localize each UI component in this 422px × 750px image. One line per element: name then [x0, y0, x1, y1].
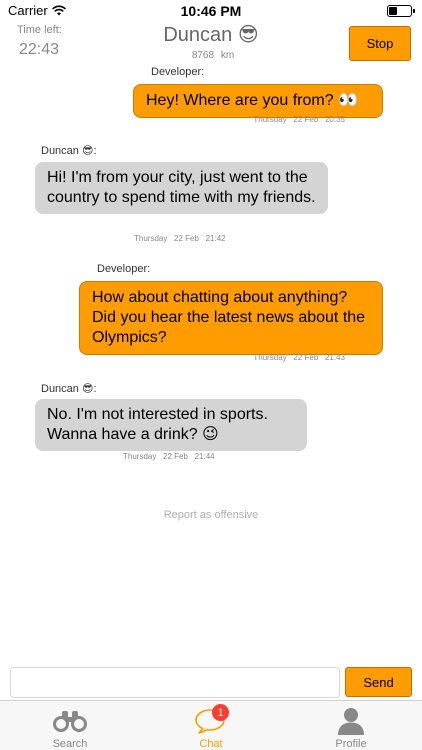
timestamp-time: 20:35 — [324, 115, 345, 124]
timestamp-day: Thursday — [253, 353, 287, 362]
message-input[interactable] — [10, 667, 340, 698]
message-timestamp: Thursday 22 Feb 21:43 — [253, 353, 345, 362]
unread-badge: 1 — [212, 704, 229, 721]
timestamp-date: 22 Feb — [163, 452, 188, 461]
stop-button[interactable]: Stop — [349, 26, 411, 61]
report-offensive-link[interactable]: Report as offensive — [0, 509, 422, 521]
tab-chat[interactable]: 1 Chat — [161, 701, 261, 750]
tab-search[interactable]: Search — [20, 701, 120, 750]
send-button[interactable]: Send — [345, 667, 412, 697]
message-bubble-incoming: No. I'm not interested in sports. Wanna … — [35, 399, 307, 451]
timestamp-day: Thursday — [134, 234, 168, 243]
timestamp-day: Thursday — [253, 115, 287, 124]
message-sender: Developer: — [151, 66, 205, 78]
distance-value: 8768 — [191, 50, 215, 61]
tab-label: Chat — [199, 738, 223, 750]
chat-bubble-icon: 1 — [191, 704, 231, 735]
tab-label: Profile — [335, 738, 367, 750]
message-bubble-outgoing: How about chatting about anything? Did y… — [79, 281, 383, 355]
binoculars-icon — [50, 707, 90, 735]
person-icon — [331, 707, 371, 735]
message-bubble-outgoing: Hey! Where are you from? 👀 — [133, 84, 383, 118]
tab-label: Search — [52, 738, 88, 750]
message-timestamp: Thursday 22 Feb 21:44 — [123, 452, 215, 461]
timestamp-time: 21:44 — [194, 452, 215, 461]
status-bar: Carrier 10:46 PM — [0, 0, 422, 22]
timestamp-date: 22 Feb — [293, 115, 319, 124]
message-timestamp: Thursday 22 Feb 21:42 — [134, 234, 226, 243]
timestamp-date: 22 Feb — [293, 353, 319, 362]
timestamp-date: 22 Feb — [174, 234, 199, 243]
message-timestamp: Thursday 22 Feb 20:35 — [253, 115, 345, 124]
tab-profile[interactable]: Profile — [301, 701, 401, 750]
timestamp-time: 21:42 — [205, 234, 226, 243]
timestamp-day: Thursday — [123, 452, 157, 461]
message-sender: Duncan 😎: — [41, 383, 97, 395]
tab-bar: Search 1 Chat Profile — [0, 700, 422, 750]
battery-level — [389, 7, 398, 15]
message-bubble-incoming: Hi! I'm from your city, just went to the… — [35, 162, 328, 214]
distance-unit: km — [220, 50, 235, 61]
status-clock: 10:46 PM — [180, 3, 242, 19]
battery-icon — [387, 5, 415, 17]
message-sender: Developer: — [97, 263, 151, 275]
message-sender: Duncan 😎: — [41, 145, 97, 157]
timestamp-time: 21:43 — [324, 353, 345, 362]
